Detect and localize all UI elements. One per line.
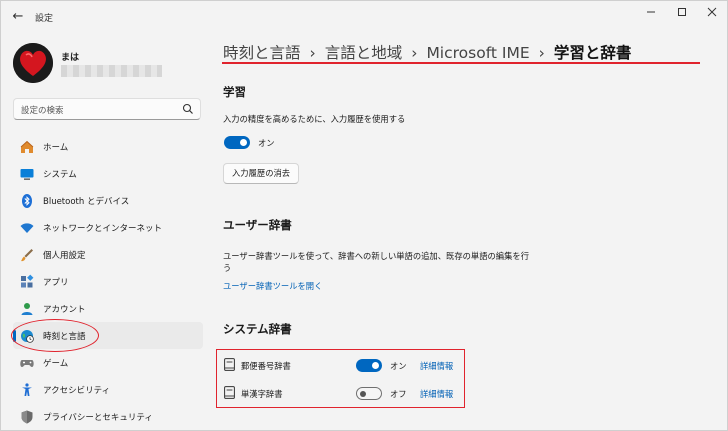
sidebar-item-label: プライバシーとセキュリティ bbox=[43, 413, 153, 423]
postal-dictionary-details-link[interactable]: 詳細情報 bbox=[420, 360, 453, 372]
sidebar-item-accessibility[interactable]: アクセシビリティ bbox=[13, 376, 203, 403]
postal-dictionary-label: 郵便番号辞書 bbox=[241, 361, 291, 371]
sidebar-item-gaming[interactable]: ゲーム bbox=[13, 349, 203, 376]
search-icon bbox=[182, 103, 193, 114]
kanji-dictionary-toggle[interactable] bbox=[356, 387, 382, 400]
sidebar-item-bluetooth[interactable]: Bluetooth とデバイス bbox=[13, 187, 203, 214]
close-button[interactable] bbox=[695, 3, 727, 25]
page-title: 学習と辞書 bbox=[553, 44, 632, 62]
sidebar-item-network[interactable]: ネットワークとインターネット bbox=[13, 214, 203, 241]
gamepad-icon bbox=[20, 360, 34, 367]
section-title-learning: 学習 bbox=[223, 85, 246, 99]
clear-history-button[interactable]: 入力履歴の消去 bbox=[223, 163, 300, 184]
book-icon bbox=[224, 386, 235, 399]
monitor-icon bbox=[20, 169, 34, 180]
breadcrumb-separator: › bbox=[411, 44, 418, 62]
postal-dictionary-toggle[interactable] bbox=[356, 359, 382, 372]
sidebar-nav: ホーム システム Bluetooth とデバイス ネットワークとインターネット bbox=[13, 133, 203, 430]
sidebar-item-apps[interactable]: アプリ bbox=[13, 268, 203, 295]
kanji-dictionary-state: オフ bbox=[390, 389, 407, 399]
minimize-icon bbox=[647, 11, 655, 13]
sidebar-item-label: アクセシビリティ bbox=[43, 386, 111, 396]
open-user-dictionary-link[interactable]: ユーザー辞書ツールを開く bbox=[223, 280, 322, 292]
learning-toggle-state: オン bbox=[258, 138, 275, 148]
maximize-icon bbox=[678, 8, 686, 16]
arrow-left-icon: ← bbox=[12, 9, 24, 24]
sidebar-item-system[interactable]: システム bbox=[13, 160, 203, 187]
section-title-system-dictionary: システム辞書 bbox=[223, 322, 292, 336]
close-icon bbox=[707, 7, 717, 17]
shield-icon bbox=[21, 410, 33, 424]
wifi-icon bbox=[20, 223, 34, 233]
user-name: まは bbox=[61, 53, 80, 63]
user-email-redacted bbox=[61, 65, 162, 77]
sidebar-item-label: ネットワークとインターネット bbox=[43, 224, 163, 234]
back-button[interactable]: ← bbox=[7, 7, 29, 27]
minimize-button[interactable] bbox=[634, 3, 668, 25]
avatar[interactable] bbox=[13, 43, 53, 83]
sidebar-item-label: 個人用設定 bbox=[43, 251, 86, 261]
sidebar-item-time-language[interactable]: 時刻と言語 bbox=[13, 322, 203, 349]
breadcrumb: 時刻と言語 › 言語と地域 › Microsoft IME › 学習と辞書 bbox=[223, 41, 631, 63]
title-bar: ← 設定 bbox=[1, 1, 727, 33]
globe-clock-icon bbox=[21, 330, 34, 343]
sidebar-item-label: Bluetooth とデバイス bbox=[43, 197, 130, 207]
breadcrumb-item-time-language[interactable]: 時刻と言語 bbox=[223, 44, 301, 62]
breadcrumb-separator: › bbox=[538, 44, 545, 62]
breadcrumb-item-language-region[interactable]: 言語と地域 bbox=[325, 44, 403, 62]
heart-avatar-image bbox=[13, 43, 53, 83]
sidebar-item-label: ホーム bbox=[43, 143, 69, 153]
maximize-button[interactable] bbox=[665, 3, 699, 25]
bluetooth-icon bbox=[22, 194, 32, 208]
section-title-user-dictionary: ユーザー辞書 bbox=[223, 218, 292, 232]
learning-description: 入力の精度を高めるために、入力履歴を使用する bbox=[223, 114, 406, 124]
sidebar-item-personalization[interactable]: 個人用設定 bbox=[13, 241, 203, 268]
sidebar-item-accounts[interactable]: アカウント bbox=[13, 295, 203, 322]
sidebar-item-home[interactable]: ホーム bbox=[13, 133, 203, 160]
sidebar-item-label: システム bbox=[43, 170, 77, 180]
sidebar-item-label: アプリ bbox=[43, 278, 69, 288]
search-placeholder: 設定の検索 bbox=[21, 106, 64, 116]
accessibility-icon bbox=[22, 383, 32, 396]
app-title: 設定 bbox=[35, 14, 54, 24]
search-input[interactable]: 設定の検索 bbox=[13, 98, 201, 120]
breadcrumb-item-microsoft-ime[interactable]: Microsoft IME bbox=[426, 44, 529, 62]
apps-icon bbox=[21, 274, 34, 288]
sidebar-item-label: 時刻と言語 bbox=[43, 332, 86, 342]
annotation-underline bbox=[222, 62, 700, 64]
learning-toggle[interactable] bbox=[224, 136, 250, 149]
brush-icon bbox=[21, 249, 33, 262]
home-icon bbox=[20, 140, 34, 153]
active-indicator bbox=[13, 330, 16, 342]
kanji-dictionary-details-link[interactable]: 詳細情報 bbox=[420, 388, 453, 400]
settings-window: ← 設定 まは 設定の検索 ホーム システム Bluetooth とデバイス ネ… bbox=[0, 0, 728, 431]
breadcrumb-separator: › bbox=[309, 44, 316, 62]
sidebar-item-label: ゲーム bbox=[43, 359, 69, 369]
user-dictionary-description: ユーザー辞書ツールを使って、辞書への新しい単語の追加、既存の単語の編集を行 bbox=[223, 251, 529, 261]
kanji-dictionary-label: 単漢字辞書 bbox=[241, 389, 283, 399]
user-dictionary-description-cont: う bbox=[223, 263, 232, 273]
book-icon bbox=[224, 358, 235, 371]
sidebar-item-label: アカウント bbox=[43, 305, 86, 315]
postal-dictionary-state: オン bbox=[390, 361, 407, 371]
sidebar-item-privacy[interactable]: プライバシーとセキュリティ bbox=[13, 403, 203, 430]
person-icon bbox=[21, 303, 33, 315]
